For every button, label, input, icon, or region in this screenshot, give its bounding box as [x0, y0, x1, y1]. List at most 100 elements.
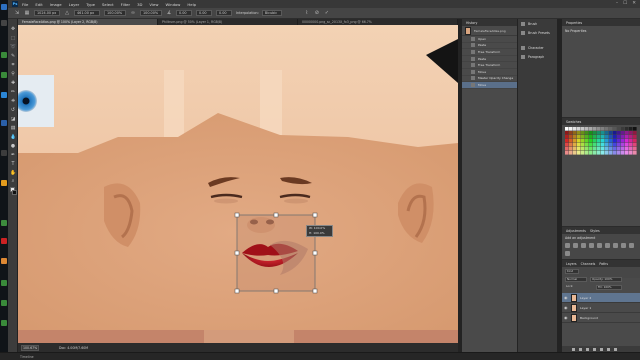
h-skew-field[interactable]: 0.00	[196, 10, 212, 16]
color-swatch[interactable]	[585, 143, 589, 147]
color-swatch[interactable]	[597, 143, 601, 147]
layer-kind-filter[interactable]: Kind	[565, 269, 579, 274]
warp-icon[interactable]: ⌇	[304, 10, 310, 16]
vibrance-icon[interactable]	[597, 243, 602, 248]
brightness-contrast-icon[interactable]	[565, 243, 570, 248]
reference-point-icon[interactable]: ▦	[24, 10, 30, 16]
history-item[interactable]: Move	[462, 69, 517, 76]
history-item-current[interactable]: Move	[462, 82, 517, 89]
color-swatch[interactable]	[617, 131, 621, 135]
color-swatch[interactable]	[625, 139, 629, 143]
black-white-icon[interactable]	[621, 243, 626, 248]
eye-icon[interactable]: ◉	[564, 315, 568, 320]
color-swatch[interactable]	[629, 151, 633, 155]
color-swatch[interactable]	[613, 143, 617, 147]
color-swatch[interactable]	[589, 143, 593, 147]
color-swatch[interactable]	[621, 143, 625, 147]
close-button[interactable]: ✕	[632, 1, 636, 6]
character-panel-button[interactable]: Character	[518, 43, 557, 52]
color-swatch[interactable]	[633, 151, 637, 155]
color-swatch[interactable]	[585, 147, 589, 151]
interpolation-select[interactable]: Bicubic	[261, 10, 282, 16]
app-icon[interactable]	[1, 150, 7, 156]
color-swatch[interactable]	[577, 147, 581, 151]
color-swatch[interactable]	[581, 139, 585, 143]
color-swatch[interactable]	[573, 151, 577, 155]
color-swatch[interactable]	[625, 127, 629, 131]
height-field[interactable]: 100.00%	[140, 10, 162, 16]
color-balance-icon[interactable]	[613, 243, 618, 248]
color-swatch[interactable]	[605, 131, 609, 135]
color-swatch[interactable]	[609, 127, 613, 131]
color-swatch[interactable]	[589, 135, 593, 139]
color-swatch[interactable]	[589, 127, 593, 131]
clone-stamp-tool-icon[interactable]: ⎈	[10, 99, 16, 105]
hand-tool-icon[interactable]: ✋	[10, 171, 16, 177]
color-swatch[interactable]	[605, 147, 609, 151]
photo-filter-icon[interactable]	[629, 243, 634, 248]
color-swatch[interactable]	[573, 127, 577, 131]
color-swatch[interactable]	[581, 131, 585, 135]
color-swatch[interactable]	[617, 147, 621, 151]
dodge-tool-icon[interactable]: ●	[10, 144, 16, 150]
opacity-field[interactable]: Opacity: 100%	[590, 277, 622, 282]
menu-layer[interactable]: Layer	[69, 2, 80, 7]
tab-channels[interactable]: Channels	[579, 262, 598, 266]
brush-panel-button[interactable]: Brush	[518, 19, 557, 28]
quick-select-tool-icon[interactable]: ✎	[10, 54, 16, 60]
lasso-tool-icon[interactable]: ➰	[10, 45, 16, 51]
color-swatch[interactable]	[605, 151, 609, 155]
color-swatch[interactable]	[633, 127, 637, 131]
color-swatch[interactable]	[577, 135, 581, 139]
color-swatch[interactable]	[589, 131, 593, 135]
app-icon[interactable]	[1, 220, 7, 226]
hue-saturation-icon[interactable]	[605, 243, 610, 248]
background-color-swatch[interactable]	[12, 190, 17, 195]
color-swatch[interactable]	[601, 135, 605, 139]
document-canvas[interactable]: W: 100.0% H: 100.0%	[18, 25, 458, 343]
menu-type[interactable]: Type	[86, 2, 95, 7]
timeline-panel-tab[interactable]: Timeline	[0, 352, 640, 360]
color-swatch[interactable]	[573, 135, 577, 139]
color-swatch[interactable]	[565, 135, 569, 139]
color-swatch[interactable]	[625, 135, 629, 139]
app-icon[interactable]	[1, 280, 7, 286]
tab-properties[interactable]: Properties	[564, 21, 584, 25]
tab-layers[interactable]: Layers	[564, 262, 579, 266]
color-swatch[interactable]	[573, 143, 577, 147]
app-icon[interactable]	[1, 180, 7, 186]
color-swatch[interactable]	[573, 139, 577, 143]
paragraph-panel-button[interactable]: Paragraph	[518, 52, 557, 61]
color-swatch[interactable]	[625, 151, 629, 155]
app-icon[interactable]	[1, 72, 7, 78]
color-swatch[interactable]	[621, 131, 625, 135]
color-swatch[interactable]	[581, 143, 585, 147]
relative-position-icon[interactable]: △	[64, 10, 70, 16]
blur-tool-icon[interactable]: 💧	[10, 135, 16, 141]
color-swatch[interactable]	[573, 131, 577, 135]
blend-mode-select[interactable]: Normal	[565, 277, 587, 282]
app-icon[interactable]	[1, 20, 7, 26]
color-swatch[interactable]	[617, 139, 621, 143]
tab-swatches[interactable]: Swatches	[564, 120, 583, 124]
new-layer-icon[interactable]	[607, 347, 610, 351]
zoom-tool-icon[interactable]: ⌕	[10, 179, 16, 185]
brush-presets-panel-button[interactable]: Brush Presets	[518, 28, 557, 37]
adjustment-layer-icon[interactable]	[593, 347, 596, 351]
color-swatch[interactable]	[589, 139, 593, 143]
type-tool-icon[interactable]: T	[10, 162, 16, 168]
color-swatch[interactable]	[613, 147, 617, 151]
menu-file[interactable]: File	[22, 2, 28, 7]
layer-row[interactable]: ◉ Background	[562, 313, 640, 323]
app-icon[interactable]	[1, 52, 7, 58]
crop-tool-icon[interactable]: ⌗	[10, 63, 16, 69]
color-swatch[interactable]	[565, 151, 569, 155]
color-swatch[interactable]	[569, 131, 573, 135]
color-swatch[interactable]	[569, 147, 573, 151]
color-swatch[interactable]	[613, 151, 617, 155]
color-swatch[interactable]	[605, 135, 609, 139]
color-swatch[interactable]	[593, 139, 597, 143]
color-swatch[interactable]	[621, 135, 625, 139]
v-skew-field[interactable]: 0.00	[216, 10, 232, 16]
color-swatch[interactable]	[617, 127, 621, 131]
